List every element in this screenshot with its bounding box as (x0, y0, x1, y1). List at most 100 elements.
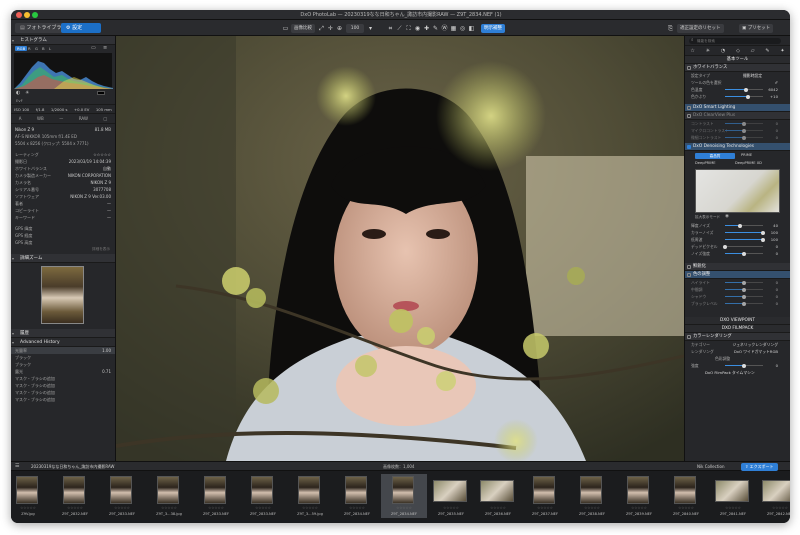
rating-stars[interactable]: ☆☆☆☆☆ (334, 506, 380, 510)
gps-details-link[interactable]: 詳細を表示 (11, 246, 115, 252)
rating-stars[interactable]: ☆☆☆☆☆ (146, 506, 192, 510)
rating-stars[interactable]: ☆☆☆☆☆ (287, 506, 333, 510)
monitor-icon[interactable]: ▭ (91, 45, 96, 51)
wb-mode-select[interactable]: 撮影時設定 (743, 72, 762, 79)
filter-icon[interactable]: ☰ (15, 463, 19, 469)
rating-stars[interactable]: ☆☆☆☆☆ (428, 506, 474, 510)
nik-collection-button[interactable]: Nik Collection (697, 464, 724, 469)
menu-icon[interactable]: ≡ (103, 45, 107, 51)
perspective-icon[interactable]: ⛶ (404, 24, 413, 33)
clearview-checkbox[interactable] (687, 114, 691, 118)
denoise-mode-high-quality[interactable]: 高品質 (695, 153, 735, 159)
smart-lighting-header[interactable]: DxO Smart Lighting (685, 104, 790, 112)
filmpack-header[interactable]: DXO FILMPACK (685, 325, 790, 333)
tab-effects-icon[interactable]: ✦ (780, 48, 784, 54)
filmstrip-thumbnail[interactable]: ☆☆☆☆☆ Z9T_2833.NEF (193, 474, 239, 518)
smart-lighting-checkbox[interactable] (687, 106, 691, 110)
export-button[interactable]: ⇪ エクスポート (741, 463, 778, 471)
clearview-slider-value[interactable]: 0 (776, 127, 778, 134)
denoise-slider-value[interactable]: 100 (771, 229, 778, 236)
tone-slider-value[interactable]: 0 (776, 286, 778, 293)
tab-geometry-icon[interactable]: ▱ (751, 48, 755, 54)
tone-slider-knob[interactable] (742, 294, 746, 299)
filmstrip-thumbnail[interactable]: ☆☆☆☆☆ Z9T_2834.NEF (381, 474, 427, 518)
denoise-slider-knob[interactable] (761, 237, 765, 242)
search-input[interactable]: ⌕ 機能を検索 (689, 38, 781, 44)
history-compare-button[interactable]: 明示補整 (481, 24, 505, 33)
rating-stars[interactable]: ☆☆☆☆☆ (522, 506, 568, 510)
history-item[interactable]: マスク・ブラシの追加 (11, 396, 115, 403)
channel-l[interactable]: L (49, 46, 51, 51)
tab-all-icon[interactable]: ☆ (690, 48, 694, 54)
denoise-slider-value[interactable]: 0 (776, 243, 778, 250)
navigator-header[interactable]: ▾ 詳細ズーム (11, 254, 115, 263)
filmstrip-thumbnail[interactable]: ☆☆☆☆☆ Z9V.jpg (11, 474, 51, 518)
filmstrip-thumbnail[interactable]: ☆☆☆☆☆ Z9T_3...59.jpg (287, 474, 333, 518)
rating-stars[interactable]: ☆☆☆☆☆ (381, 506, 427, 510)
history-item[interactable]: マスク・ブラシの追加 (11, 389, 115, 396)
wb-enable-checkbox[interactable] (687, 66, 691, 70)
crosshair-icon[interactable]: ✛ (326, 24, 335, 33)
clearview-slider-knob[interactable] (742, 135, 746, 140)
denoise-option-prime[interactable]: PRIME (741, 153, 752, 157)
rendering-header[interactable]: カラーレンダリング (685, 333, 790, 341)
rating-stars[interactable]: ☆☆☆☆☆ (616, 506, 662, 510)
tone-slider-knob[interactable] (742, 280, 746, 285)
base-tools-header[interactable]: 基本ツール (685, 56, 790, 64)
history-header[interactable]: ▾ 履歴 (11, 329, 115, 338)
highlight-clip-icon[interactable]: ☀ (25, 90, 29, 96)
folder-path[interactable]: 20230319なな日和ちゃん_諏訪市内撮影RAW (31, 464, 114, 470)
filmstrip-thumbnail[interactable]: ☆☆☆☆☆ Z9T_2839.NEF (616, 474, 662, 518)
wb-slider-value[interactable]: 6042 (768, 86, 778, 93)
filmstrip-thumbnail[interactable]: ☆☆☆☆☆ Z9T_3...38.jpg (146, 474, 192, 518)
denoise-preview[interactable] (695, 169, 780, 213)
denoise-slider-track[interactable] (725, 246, 763, 247)
tab-color-icon[interactable]: ◔ (721, 48, 725, 54)
history-item[interactable]: 露光 0.71 (11, 368, 115, 375)
preset-button[interactable]: ▣ プリセット (739, 24, 774, 33)
tone-slider-value[interactable]: 0 (776, 293, 778, 300)
zoom-in-icon[interactable]: ⊕ (335, 24, 344, 33)
preview-toggle-icon[interactable]: ◉ (725, 214, 729, 219)
wb-slider-value[interactable]: +10 (770, 93, 778, 100)
image-viewer[interactable] (116, 36, 684, 461)
filmstrip-thumbnail[interactable]: ☆☆☆☆☆ Z9T_2833.NEF (99, 474, 145, 518)
filmstrip-thumbnail[interactable]: ☆☆☆☆☆ Z9T_2834.NEF (334, 474, 380, 518)
tone-header[interactable]: 色の調整 (685, 271, 790, 279)
denoise-slider-knob[interactable] (761, 230, 765, 235)
filmpack-timemachine-row[interactable]: DxO FilmPack タイムマシン (685, 369, 790, 376)
minimize-window-button[interactable] (24, 12, 30, 18)
split-view-icon[interactable]: ◧ (467, 24, 476, 33)
zoom-window-button[interactable] (32, 12, 38, 18)
advanced-history-header[interactable]: ▾ Advanced History (11, 338, 115, 347)
eyedropper-icon[interactable]: ✐ (775, 79, 778, 86)
channel-r[interactable]: R (28, 46, 31, 51)
white-balance-header[interactable]: ホワイトバランス (685, 64, 790, 72)
filmstrip-thumbnail[interactable]: ☆☆☆☆☆ Z9T_2835.NEF (428, 474, 474, 518)
tone-slider-value[interactable]: 0 (776, 300, 778, 307)
repair-icon[interactable]: ✚ (422, 24, 431, 33)
compare-button[interactable]: 画像比較 (291, 24, 315, 33)
denoise-checkbox[interactable] (687, 145, 691, 149)
watermark-icon[interactable]: Ⓦ (440, 24, 449, 33)
filmstrip-thumbnail[interactable]: ☆☆☆☆☆ Z9T_2837.NEF (522, 474, 568, 518)
filmstrip-thumbnail[interactable]: ☆☆☆☆☆ Z9T_2841.NEF (710, 474, 756, 518)
tab-detail-icon[interactable]: ◇ (736, 48, 740, 54)
denoise-slider-knob[interactable] (742, 251, 746, 256)
tab-light-icon[interactable]: ☀ (706, 48, 710, 54)
rating-stars[interactable]: ☆☆☆☆☆ (240, 506, 286, 510)
rating-stars[interactable]: ☆☆☆☆☆ (99, 506, 145, 510)
history-item[interactable]: マスク・ブラシの追加 (11, 375, 115, 382)
fine-slider-value[interactable]: 0 (776, 362, 778, 369)
rating-stars[interactable]: ☆☆☆☆☆ (710, 506, 756, 510)
chevron-down-icon[interactable]: ▾ (366, 24, 375, 33)
denoise-option-deepprime-xd[interactable]: DeepPRIME XD (735, 161, 762, 165)
wb-slider-knob[interactable] (745, 94, 750, 99)
rating-stars[interactable]: ☆☆☆☆☆ (52, 506, 98, 510)
history-item[interactable]: マスク・ブラシの追加 (11, 382, 115, 389)
history-item[interactable]: 光量率 1.00 (11, 347, 115, 354)
filmstrip-thumbnail[interactable]: ☆☆☆☆☆ Z9T_2832.NEF (52, 474, 98, 518)
display-icon[interactable]: ▭ (281, 24, 290, 33)
copy-settings-icon[interactable]: ⎘ (666, 24, 675, 33)
local-adjust-icon[interactable]: ✎ (431, 24, 440, 33)
